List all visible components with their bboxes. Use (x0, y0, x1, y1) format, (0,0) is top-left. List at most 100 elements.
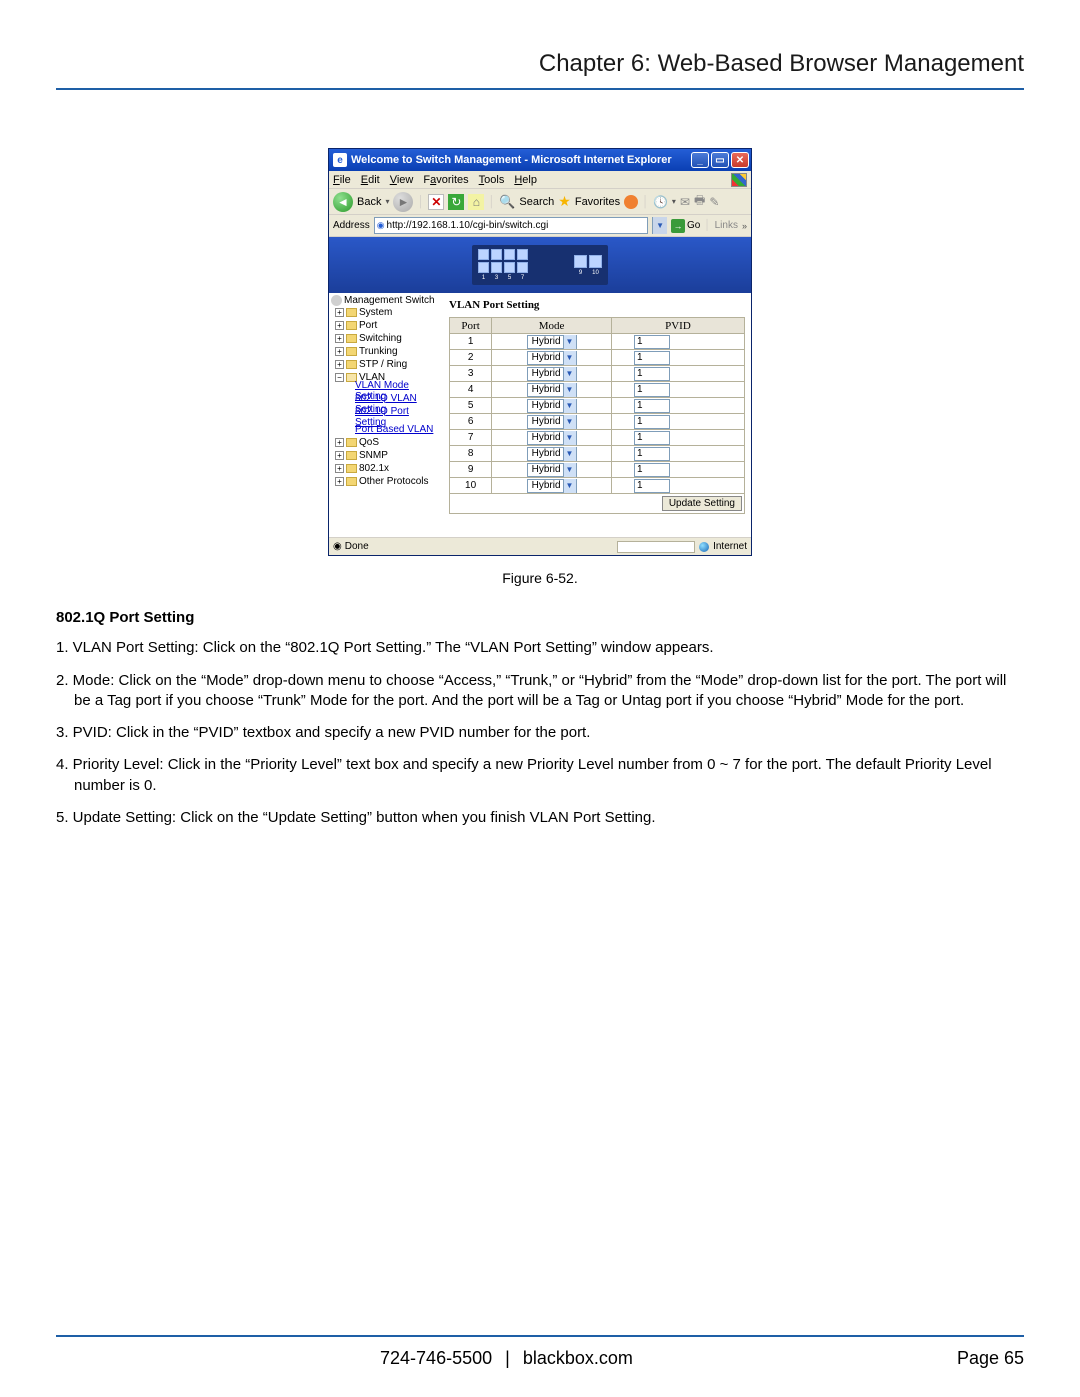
minus-icon[interactable]: − (335, 373, 344, 382)
cell-pvid: 1 (611, 398, 744, 414)
mail-icon[interactable]: ✉ (680, 195, 690, 209)
favorites-label[interactable]: Favorites (575, 196, 620, 208)
address-dropdown-icon[interactable]: ▼ (652, 217, 667, 234)
menu-edit[interactable]: Edit (361, 174, 380, 186)
footer-separator: | (505, 1348, 510, 1368)
tree-item-qos[interactable]: +QoS (331, 436, 440, 449)
table-row: 8Hybrid▼1 (450, 446, 745, 462)
mode-dropdown[interactable]: Hybrid▼ (527, 399, 577, 413)
cell-port: 2 (450, 350, 492, 366)
print-icon[interactable]: 🖶 (694, 191, 705, 212)
cell-mode: Hybrid▼ (492, 478, 612, 494)
doc-body: 802.1Q Port Setting 1. VLAN Port Setting… (56, 608, 1024, 828)
pvid-input[interactable]: 1 (634, 463, 670, 477)
section-heading: 802.1Q Port Setting (56, 608, 1024, 628)
plus-icon[interactable]: + (335, 477, 344, 486)
favorites-icon[interactable]: ★ (558, 193, 571, 210)
refresh-button[interactable]: ↻ (448, 194, 464, 210)
menu-favorites[interactable]: Favorites (423, 174, 468, 186)
mode-dropdown[interactable]: Hybrid▼ (527, 463, 577, 477)
mode-dropdown[interactable]: Hybrid▼ (527, 383, 577, 397)
titlebar: e Welcome to Switch Management - Microso… (329, 149, 751, 171)
mode-dropdown[interactable]: Hybrid▼ (527, 351, 577, 365)
tree-root[interactable]: Management Switch (331, 295, 440, 306)
chevron-down-icon: ▼ (563, 447, 576, 461)
minimize-button[interactable]: _ (691, 152, 709, 168)
pvid-input[interactable]: 1 (634, 367, 670, 381)
chevron-down-icon: ▼ (563, 399, 576, 413)
tree-item-other-protocols[interactable]: +Other Protocols (331, 475, 440, 488)
plus-icon[interactable]: + (335, 347, 344, 356)
pvid-input[interactable]: 1 (634, 479, 670, 493)
tree-link-802-1q-port-setting[interactable]: 802.1Q Port Setting (331, 410, 440, 423)
pvid-input[interactable]: 1 (634, 335, 670, 349)
pvid-input[interactable]: 1 (634, 399, 670, 413)
plus-icon[interactable]: + (335, 438, 344, 447)
ie-icon: e (333, 153, 347, 167)
menu-file[interactable]: File (333, 174, 351, 186)
tree-item-system[interactable]: +System (331, 306, 440, 319)
media-icon[interactable] (624, 195, 638, 209)
folder-icon (346, 308, 357, 317)
mode-dropdown[interactable]: Hybrid▼ (527, 447, 577, 461)
cell-mode: Hybrid▼ (492, 350, 612, 366)
table-row: 5Hybrid▼1 (450, 398, 745, 414)
links-label[interactable]: Links (715, 220, 738, 231)
step-3: 3. PVID: Click in the “PVID” textbox and… (56, 723, 1024, 743)
vlan-port-table: PortModePVID 1Hybrid▼12Hybrid▼13Hybrid▼1… (449, 317, 745, 514)
search-icon[interactable]: 🔍 (499, 194, 515, 210)
tree-item-snmp[interactable]: +SNMP (331, 449, 440, 462)
pvid-input[interactable]: 1 (634, 431, 670, 445)
tree-item-port[interactable]: +Port (331, 319, 440, 332)
window-title: Welcome to Switch Management - Microsoft… (351, 154, 691, 166)
windows-flag-icon (731, 173, 747, 187)
pvid-input[interactable]: 1 (634, 447, 670, 461)
plus-icon[interactable]: + (335, 308, 344, 317)
back-button[interactable]: ◄ (333, 192, 353, 212)
plus-icon[interactable]: + (335, 464, 344, 473)
pvid-input[interactable]: 1 (634, 415, 670, 429)
tree-item-802-1x[interactable]: +802.1x (331, 462, 440, 475)
menu-help[interactable]: Help (514, 174, 537, 186)
plus-icon[interactable]: + (335, 360, 344, 369)
maximize-button[interactable]: ▭ (711, 152, 729, 168)
mode-dropdown[interactable]: Hybrid▼ (527, 367, 577, 381)
tree-item-trunking[interactable]: +Trunking (331, 345, 440, 358)
plus-icon[interactable]: + (335, 321, 344, 330)
pvid-input[interactable]: 1 (634, 351, 670, 365)
nav-tree: Management Switch +System+Port+Switching… (329, 293, 443, 537)
close-button[interactable]: ✕ (731, 152, 749, 168)
links-chevron-icon[interactable]: » (742, 221, 747, 231)
mode-dropdown[interactable]: Hybrid▼ (527, 479, 577, 493)
main-panel: VLAN Port Setting PortModePVID 1Hybrid▼1… (443, 293, 751, 537)
tree-item-stp-ring[interactable]: +STP / Ring (331, 358, 440, 371)
tree-link-port-based-vlan[interactable]: Port Based VLAN (331, 423, 440, 436)
chapter-rule (56, 88, 1024, 90)
menu-view[interactable]: View (390, 174, 414, 186)
mode-dropdown[interactable]: Hybrid▼ (527, 335, 577, 349)
panel-title: VLAN Port Setting (449, 299, 745, 311)
pvid-input[interactable]: 1 (634, 383, 670, 397)
address-input[interactable]: ◉ http://192.168.1.10/cgi-bin/switch.cgi (374, 217, 648, 234)
plus-icon[interactable]: + (335, 451, 344, 460)
tree-item-switching[interactable]: +Switching (331, 332, 440, 345)
switch-ports-uplink: 910 (574, 255, 602, 276)
back-label[interactable]: Back (357, 196, 381, 208)
gear-icon (331, 295, 342, 306)
menu-tools[interactable]: Tools (479, 174, 505, 186)
stop-button[interactable]: ✕ (428, 194, 444, 210)
plus-icon[interactable]: + (335, 334, 344, 343)
search-label[interactable]: Search (519, 196, 554, 208)
table-row: 1Hybrid▼1 (450, 334, 745, 350)
update-setting-button[interactable]: Update Setting (662, 496, 742, 511)
mode-dropdown[interactable]: Hybrid▼ (527, 415, 577, 429)
go-arrow-icon: → (671, 219, 685, 233)
address-label: Address (333, 220, 370, 231)
home-button[interactable]: ⌂ (468, 194, 484, 210)
forward-button[interactable]: ► (393, 192, 413, 212)
edit-icon[interactable]: ✎ (709, 195, 719, 209)
history-icon[interactable]: 🕓 (653, 195, 668, 209)
go-button[interactable]: → Go (671, 219, 700, 233)
cell-pvid: 1 (611, 350, 744, 366)
mode-dropdown[interactable]: Hybrid▼ (527, 431, 577, 445)
